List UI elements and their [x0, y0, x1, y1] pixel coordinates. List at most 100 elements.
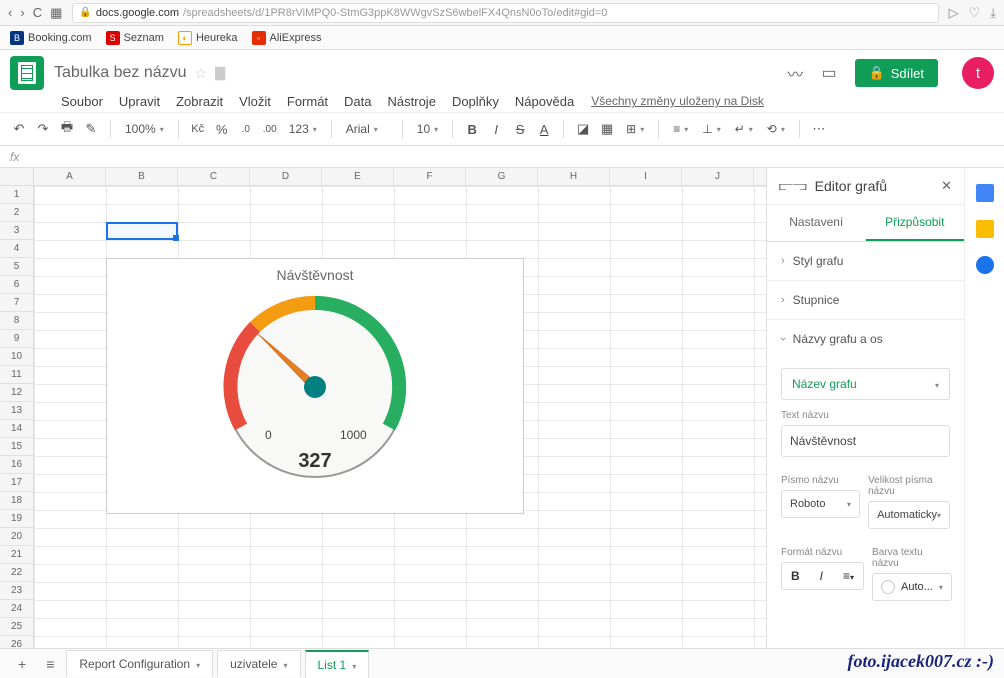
italic-button[interactable]: I [811, 563, 832, 589]
menu-help[interactable]: Nápověda [508, 92, 581, 111]
close-icon[interactable]: ✕ [941, 178, 952, 194]
row-header[interactable]: 14 [0, 420, 33, 438]
menu-tools[interactable]: Nástroje [381, 92, 443, 111]
paint-format-icon[interactable]: ✎ [82, 120, 100, 138]
menu-data[interactable]: Data [337, 92, 378, 111]
undo-icon[interactable]: ↶ [10, 120, 28, 138]
row-header[interactable]: 2 [0, 204, 33, 222]
row-header[interactable]: 18 [0, 492, 33, 510]
font-dropdown[interactable]: Arial [342, 122, 392, 136]
bookmark-booking[interactable]: BBooking.com [10, 31, 92, 45]
row-header[interactable]: 17 [0, 474, 33, 492]
row-header[interactable]: 8 [0, 312, 33, 330]
strike-icon[interactable]: S [511, 120, 529, 138]
menu-addons[interactable]: Doplňky [445, 92, 506, 111]
row-header[interactable]: 5 [0, 258, 33, 276]
section-titles[interactable]: › Názvy grafu a os [767, 320, 964, 358]
bookmark-aliexpress[interactable]: ▫AliExpress [252, 31, 322, 45]
section-scale[interactable]: › Stupnice [767, 281, 964, 320]
borders-icon[interactable]: ▦ [598, 120, 616, 138]
row-header[interactable]: 24 [0, 600, 33, 618]
row-header[interactable]: 15 [0, 438, 33, 456]
dec-decrease-button[interactable]: .0 [237, 120, 255, 138]
folder-icon[interactable]: ▇ [215, 65, 225, 81]
column-header[interactable]: F [394, 168, 466, 185]
wrap-dropdown[interactable]: ↵ [731, 122, 757, 136]
menu-insert[interactable]: Vložit [232, 92, 278, 111]
all-sheets-button[interactable]: ≡ [38, 651, 62, 677]
nav-forward-icon[interactable]: › [20, 5, 24, 21]
spreadsheet-area[interactable]: ABCDEFGHIJ 12345678910111213141516171819… [0, 168, 766, 648]
menu-edit[interactable]: Upravit [112, 92, 167, 111]
download-icon[interactable]: ⤓ [990, 5, 996, 21]
add-sheet-button[interactable]: + [10, 651, 34, 677]
title-font-dropdown[interactable]: Roboto [781, 490, 860, 518]
merge-dropdown[interactable]: ⊞ [622, 122, 648, 136]
explore-icon[interactable]: 〰 [787, 61, 803, 85]
align-button[interactable]: ≡▾ [834, 563, 863, 589]
font-size-dropdown[interactable]: 10 [413, 122, 442, 136]
dec-increase-button[interactable]: .00 [261, 120, 279, 138]
menu-file[interactable]: Soubor [54, 92, 110, 111]
tab-setup[interactable]: Nastavení [767, 205, 866, 241]
column-header[interactable]: E [322, 168, 394, 185]
nav-reload-icon[interactable]: C [33, 5, 42, 21]
row-header[interactable]: 26 [0, 636, 33, 648]
menu-format[interactable]: Formát [280, 92, 335, 111]
percent-button[interactable]: % [213, 120, 231, 138]
halign-dropdown[interactable]: ≡ [669, 122, 692, 136]
sheet-tab-uzivatele[interactable]: uzivatele [217, 650, 300, 677]
bookmark-heureka[interactable]: ◐Heureka [178, 31, 238, 45]
row-header[interactable]: 16 [0, 456, 33, 474]
column-header[interactable]: C [178, 168, 250, 185]
row-header[interactable]: 23 [0, 582, 33, 600]
row-header[interactable]: 19 [0, 510, 33, 528]
column-header[interactable]: D [250, 168, 322, 185]
column-header[interactable]: H [538, 168, 610, 185]
row-header[interactable]: 3 [0, 222, 33, 240]
row-header[interactable]: 1 [0, 186, 33, 204]
heart-icon[interactable]: ♡ [969, 5, 981, 21]
calendar-icon[interactable] [976, 184, 994, 202]
tab-customize[interactable]: Přizpůsobit [866, 205, 965, 241]
select-all-corner[interactable] [0, 168, 34, 185]
zoom-dropdown[interactable]: 100% [121, 122, 168, 136]
user-avatar[interactable]: t [962, 57, 994, 89]
italic-icon[interactable]: I [487, 120, 505, 138]
bookmark-seznam[interactable]: SSeznam [106, 31, 164, 45]
title-size-dropdown[interactable]: Automaticky [868, 501, 950, 529]
row-header[interactable]: 22 [0, 564, 33, 582]
title-selector-dropdown[interactable]: Název grafu [781, 368, 950, 400]
sheets-logo-icon[interactable] [10, 56, 44, 90]
save-status[interactable]: Všechny změny uloženy na Disk [591, 94, 764, 108]
row-header[interactable]: 13 [0, 402, 33, 420]
title-text-input[interactable] [781, 425, 950, 457]
row-header[interactable]: 7 [0, 294, 33, 312]
currency-button[interactable]: Kč [189, 120, 207, 138]
column-header[interactable]: J [682, 168, 754, 185]
row-header[interactable]: 11 [0, 366, 33, 384]
share-button[interactable]: 🔒 Sdílet [855, 59, 938, 87]
title-color-dropdown[interactable]: Auto... [872, 573, 952, 601]
tasks-icon[interactable] [976, 256, 994, 274]
row-header[interactable]: 9 [0, 330, 33, 348]
sheet-tab-list1[interactable]: List 1 [305, 650, 370, 678]
selected-cell[interactable] [106, 222, 178, 240]
redo-icon[interactable]: ↷ [34, 120, 52, 138]
gauge-chart[interactable]: Návštěvnost [106, 258, 524, 514]
rotate-dropdown[interactable]: ⟲ [763, 122, 789, 136]
column-header[interactable]: G [466, 168, 538, 185]
cells-area[interactable]: Návštěvnost [34, 186, 766, 648]
bold-icon[interactable]: B [463, 120, 481, 138]
number-format-dropdown[interactable]: 123 [285, 122, 321, 136]
row-header[interactable]: 12 [0, 384, 33, 402]
valign-dropdown[interactable]: ⊥ [698, 122, 724, 136]
text-color-icon[interactable]: A [535, 120, 553, 138]
star-icon[interactable]: ☆ [195, 65, 208, 82]
row-header[interactable]: 4 [0, 240, 33, 258]
row-header[interactable]: 25 [0, 618, 33, 636]
column-header[interactable]: B [106, 168, 178, 185]
row-header[interactable]: 21 [0, 546, 33, 564]
print-icon[interactable]: 🖶 [58, 120, 76, 138]
bold-button[interactable]: B [782, 563, 809, 589]
